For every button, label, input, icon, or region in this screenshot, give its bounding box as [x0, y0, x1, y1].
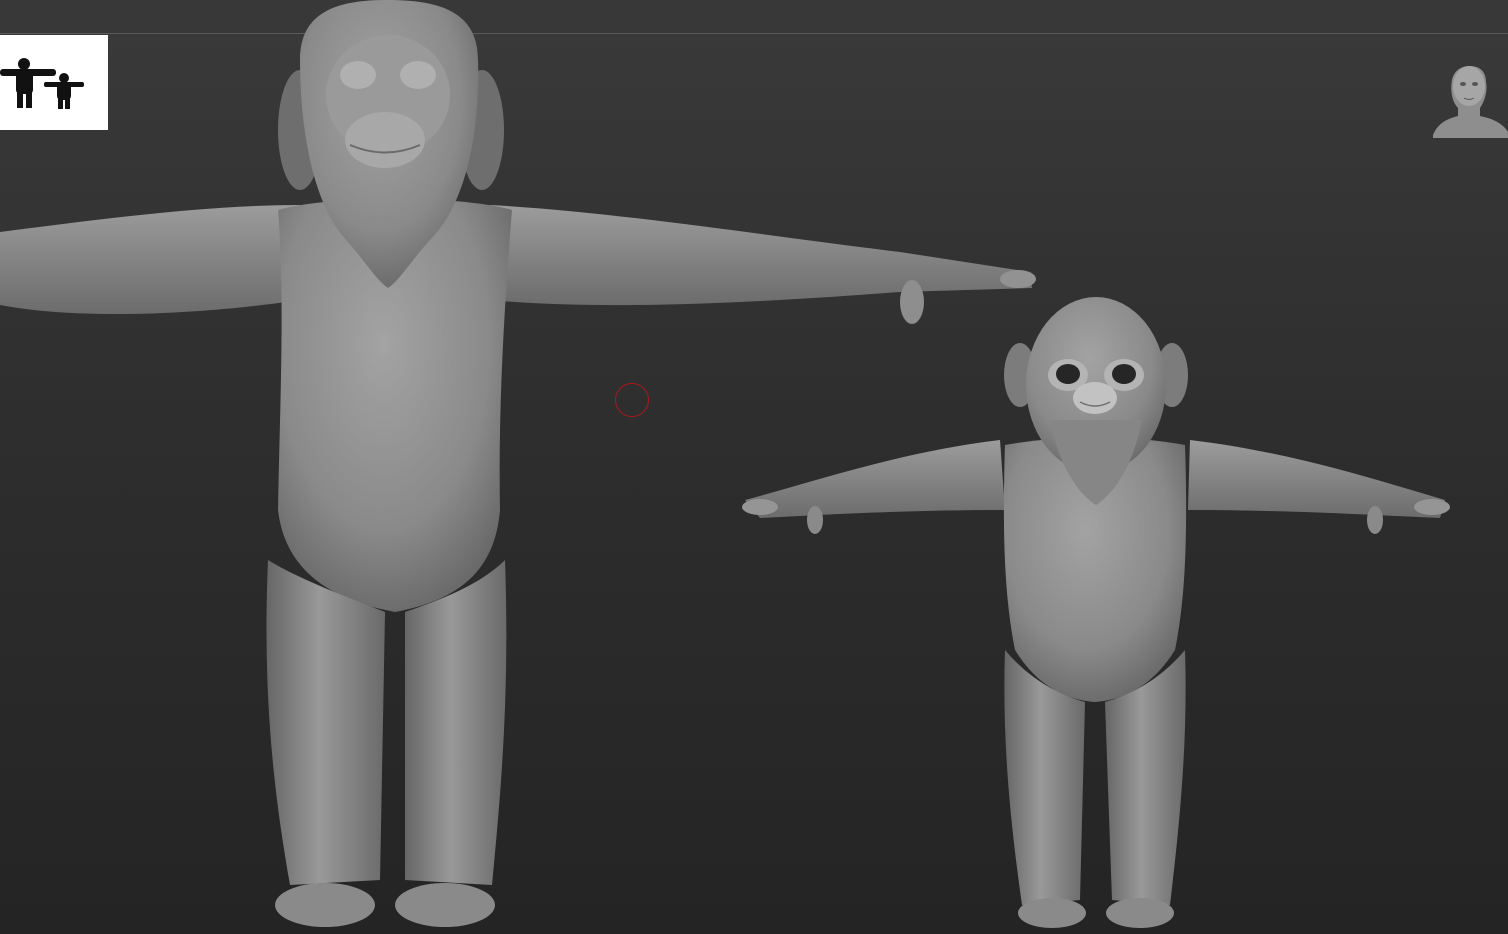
scene-canvas[interactable] — [0, 0, 1508, 934]
navigator-widget[interactable] — [1428, 38, 1508, 140]
head-bust-icon — [1433, 38, 1508, 138]
brush-cursor-ring-icon — [615, 383, 649, 417]
baby-ape-model[interactable] — [742, 297, 1450, 928]
sculpt-viewport[interactable] — [0, 0, 1508, 934]
